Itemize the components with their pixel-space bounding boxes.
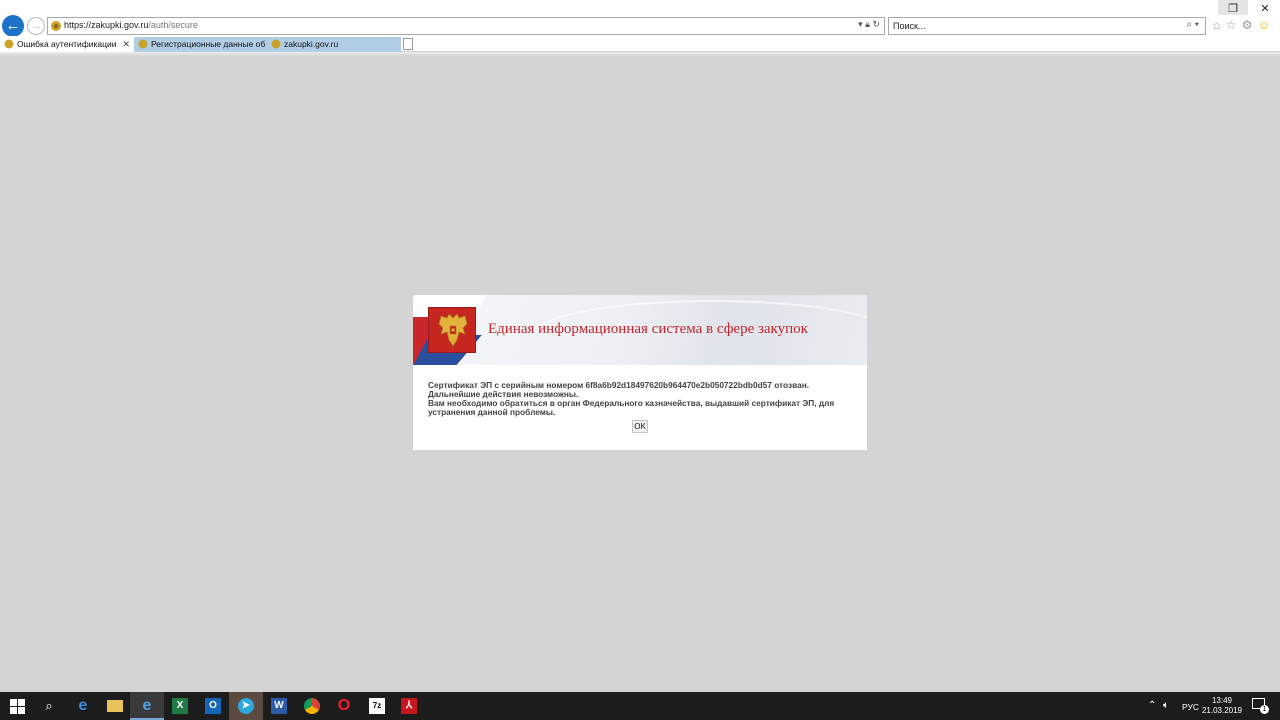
excel-icon: X: [172, 698, 188, 714]
action-center-button[interactable]: 1: [1252, 698, 1269, 714]
outlook-icon: O: [205, 698, 221, 714]
settings-gear-icon[interactable]: ⚙: [1242, 18, 1253, 32]
taskbar-7zip[interactable]: 7z: [360, 692, 394, 720]
volume-muted-icon[interactable]: 🔈︎: [1163, 700, 1169, 720]
7zip-icon: 7z: [369, 698, 385, 714]
error-message-line: Сертификат ЭП с серийным номером 6f8a6b9…: [428, 380, 810, 399]
search-input[interactable]: [893, 20, 1163, 32]
error-dialog: Единая информационная система в сфере за…: [413, 295, 867, 450]
taskbar-acrobat[interactable]: ⅄: [392, 692, 426, 720]
new-tab-button[interactable]: [403, 38, 413, 50]
word-icon: W: [271, 698, 287, 714]
lock-icon[interactable]: 🔒︎: [865, 19, 870, 29]
eis-banner: Единая информационная система в сфере за…: [413, 295, 867, 365]
tab-auth-error[interactable]: Ошибка аутентификации ✕: [0, 37, 134, 52]
taskbar: ⌕ e e X O ➤ W O 7z ⅄ ⌃ 🔈︎ РУС 13:49 21.0…: [0, 692, 1280, 720]
taskbar-edge[interactable]: e: [66, 692, 100, 720]
internet-explorer-icon: e: [142, 697, 152, 714]
taskbar-search-button[interactable]: ⌕: [32, 692, 66, 720]
search-icon: ⌕: [45, 698, 53, 713]
tab-favicon-icon: [271, 39, 281, 49]
taskbar-telegram[interactable]: ➤: [229, 692, 263, 720]
taskbar-opera[interactable]: O: [327, 692, 361, 720]
favorites-star-icon[interactable]: ☆: [1226, 18, 1237, 32]
acrobat-icon: ⅄: [401, 698, 417, 714]
windows-start-icon: [10, 699, 25, 714]
address-path: /auth/secure: [148, 20, 198, 30]
toolbar-icons: ⌂ ☆ ⚙ ☺: [1213, 18, 1272, 32]
tab-favicon-icon: [4, 39, 14, 49]
coat-of-arms-emblem: [428, 307, 476, 353]
taskbar-file-explorer[interactable]: [98, 692, 132, 720]
taskbar-chrome[interactable]: [295, 692, 329, 720]
taskbar-excel[interactable]: X: [163, 692, 197, 720]
search-box[interactable]: ⌕ ▾: [888, 17, 1206, 35]
home-icon[interactable]: ⌂: [1213, 18, 1220, 32]
tab-favicon-icon: [138, 39, 148, 49]
error-message: Сертификат ЭП с серийным номером 6f8a6b9…: [428, 381, 848, 417]
taskbar-word[interactable]: W: [262, 692, 296, 720]
start-button[interactable]: [0, 692, 34, 720]
banner-title: Единая информационная система в сфере за…: [488, 321, 808, 337]
address-url[interactable]: https://zakupki.gov.ru/auth/secure: [64, 20, 198, 30]
language-indicator[interactable]: РУС: [1182, 702, 1199, 720]
notification-count: 1: [1260, 705, 1269, 714]
clock-time: 13:49: [1211, 696, 1233, 705]
page-top-shadow: [0, 52, 1280, 56]
back-button[interactable]: ←: [2, 15, 24, 37]
system-clock[interactable]: 13:49 21.03.2019: [1200, 696, 1244, 716]
tab-bar: Ошибка аутентификации ✕ Регистрационные …: [0, 36, 1280, 52]
feedback-smiley-icon[interactable]: ☺: [1258, 18, 1270, 32]
file-explorer-icon: [107, 700, 123, 712]
forward-button[interactable]: →: [27, 17, 45, 35]
address-host: https://zakupki.gov.ru: [64, 20, 149, 30]
tab-label: Ошибка аутентификации: [17, 39, 117, 49]
tray-chevron-icon[interactable]: ⌃: [1148, 700, 1156, 720]
tab-label: zakupki.gov.ru: [284, 39, 339, 49]
clock-date: 21.03.2019: [1201, 706, 1243, 715]
address-dropdown-icon[interactable]: ▾: [858, 19, 863, 29]
tab-zakupki[interactable]: zakupki.gov.ru: [267, 37, 401, 52]
opera-icon: O: [337, 697, 351, 714]
taskbar-internet-explorer[interactable]: e: [130, 692, 164, 720]
tab-registration-data[interactable]: Регистрационные данные об ...: [134, 37, 267, 52]
telegram-icon: ➤: [238, 698, 254, 714]
refresh-icon[interactable]: ↻: [872, 19, 880, 29]
chrome-icon: [304, 698, 320, 714]
address-tools: ▾ 🔒︎ ↻: [858, 19, 880, 30]
tab-close-icon[interactable]: ✕: [122, 37, 130, 51]
error-message-line: Вам необходимо обратиться в орган Федера…: [428, 398, 835, 417]
address-bar[interactable]: https://zakupki.gov.ru/auth/secure ▾ 🔒︎ …: [47, 17, 885, 35]
site-favicon-icon: [51, 21, 61, 31]
navigation-bar: ← → https://zakupki.gov.ru/auth/secure ▾…: [0, 15, 1280, 37]
double-headed-eagle-icon: [438, 313, 468, 347]
tab-label: Регистрационные данные об ...: [151, 39, 267, 49]
edge-icon: e: [78, 697, 88, 714]
search-icon[interactable]: ⌕ ▾: [1186, 19, 1199, 30]
ok-button[interactable]: OK: [632, 420, 648, 433]
taskbar-outlook[interactable]: O: [196, 692, 230, 720]
